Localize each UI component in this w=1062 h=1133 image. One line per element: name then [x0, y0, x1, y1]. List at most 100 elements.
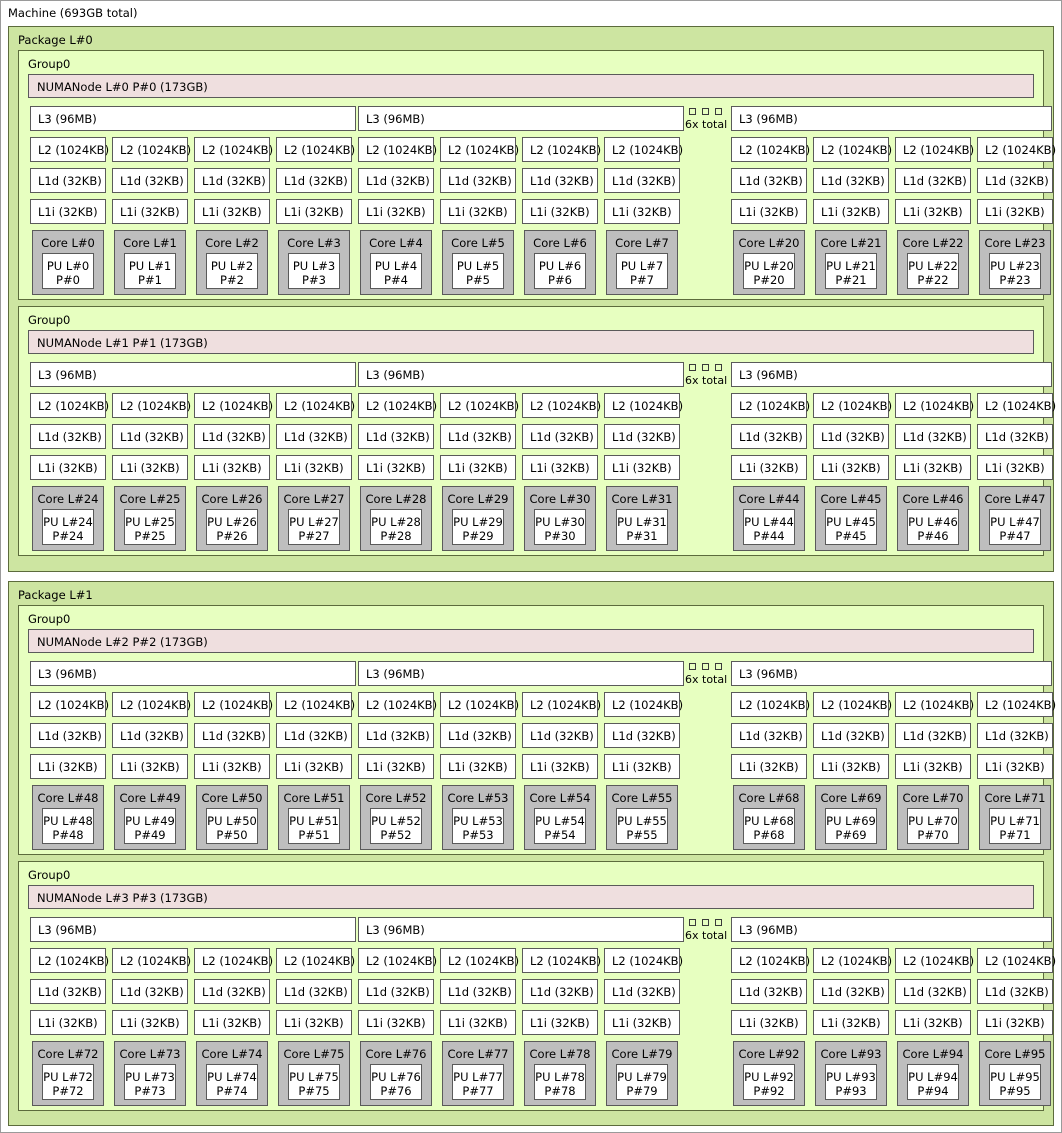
core-box-1-0-L2[interactable]: Core L#50 PU L#50 P#50 — [196, 785, 268, 850]
pu-box-0-1-L2[interactable]: PU L#26 P#26 — [206, 509, 258, 545]
pu-box-1-1-L2[interactable]: PU L#74 P#74 — [206, 1064, 258, 1100]
l1i-cache-0-0-L2[interactable]: L1i (32KB) — [194, 199, 270, 224]
core-box-1-0-R3[interactable]: Core L#71 PU L#71 P#71 — [979, 785, 1051, 850]
pu-box-0-0-L6[interactable]: PU L#6 P#6 — [534, 253, 586, 289]
core-box-1-0-L3[interactable]: Core L#51 PU L#51 P#51 — [278, 785, 350, 850]
l1i-cache-1-1-L6[interactable]: L1i (32KB) — [522, 1010, 598, 1035]
l1i-cache-0-1-L0[interactable]: L1i (32KB) — [30, 455, 106, 480]
l1d-cache-0-0-L5[interactable]: L1d (32KB) — [440, 168, 516, 193]
l2-cache-1-0-L4[interactable]: L2 (1024KB) — [358, 692, 437, 717]
pu-box-1-1-L6[interactable]: PU L#78 P#78 — [534, 1064, 586, 1100]
l2-cache-0-1-R2[interactable]: L2 (1024KB) — [895, 393, 974, 418]
core-box-0-1-R3[interactable]: Core L#47 PU L#47 P#47 — [979, 486, 1051, 551]
l1d-cache-0-1-L2[interactable]: L1d (32KB) — [194, 424, 270, 449]
pu-box-0-1-L7[interactable]: PU L#31 P#31 — [616, 509, 668, 545]
l1d-cache-1-0-L0[interactable]: L1d (32KB) — [30, 723, 106, 748]
core-box-1-1-R0[interactable]: Core L#92 PU L#92 P#92 — [733, 1041, 805, 1106]
l3-cache-right-0-0[interactable]: L3 (96MB) — [731, 106, 1052, 131]
l1d-cache-1-1-R0[interactable]: L1d (32KB) — [731, 979, 807, 1004]
pu-box-0-0-R1[interactable]: PU L#21 P#21 — [825, 253, 877, 289]
l1i-cache-0-0-L3[interactable]: L1i (32KB) — [276, 199, 352, 224]
l2-cache-0-0-L0[interactable]: L2 (1024KB) — [30, 137, 109, 162]
l1i-cache-1-1-L5[interactable]: L1i (32KB) — [440, 1010, 516, 1035]
l2-cache-1-1-L2[interactable]: L2 (1024KB) — [194, 948, 273, 973]
l2-cache-0-0-R0[interactable]: L2 (1024KB) — [731, 137, 810, 162]
l2-cache-0-0-L7[interactable]: L2 (1024KB) — [604, 137, 683, 162]
pu-box-0-0-L3[interactable]: PU L#3 P#3 — [288, 253, 340, 289]
l1d-cache-0-1-L5[interactable]: L1d (32KB) — [440, 424, 516, 449]
pu-box-0-0-L0[interactable]: PU L#0 P#0 — [42, 253, 94, 289]
l2-cache-1-1-R1[interactable]: L2 (1024KB) — [813, 948, 892, 973]
numanode-box-1-0[interactable]: NUMANode L#2 P#2 (173GB) — [28, 629, 1034, 653]
l2-cache-1-1-L0[interactable]: L2 (1024KB) — [30, 948, 109, 973]
core-box-1-1-L3[interactable]: Core L#75 PU L#75 P#75 — [278, 1041, 350, 1106]
l1d-cache-0-0-L2[interactable]: L1d (32KB) — [194, 168, 270, 193]
pu-box-1-0-R0[interactable]: PU L#68 P#68 — [743, 808, 795, 844]
l2-cache-1-1-L1[interactable]: L2 (1024KB) — [112, 948, 191, 973]
pu-box-1-0-L3[interactable]: PU L#51 P#51 — [288, 808, 340, 844]
l1i-cache-0-0-L4[interactable]: L1i (32KB) — [358, 199, 434, 224]
l1d-cache-1-0-L3[interactable]: L1d (32KB) — [276, 723, 352, 748]
pu-box-0-1-L1[interactable]: PU L#25 P#25 — [124, 509, 176, 545]
l2-cache-1-0-L6[interactable]: L2 (1024KB) — [522, 692, 601, 717]
l2-cache-1-1-R3[interactable]: L2 (1024KB) — [977, 948, 1056, 973]
l1i-cache-0-1-L2[interactable]: L1i (32KB) — [194, 455, 270, 480]
l2-cache-1-1-L3[interactable]: L2 (1024KB) — [276, 948, 355, 973]
l2-cache-1-1-R2[interactable]: L2 (1024KB) — [895, 948, 974, 973]
pu-box-0-1-L6[interactable]: PU L#30 P#30 — [534, 509, 586, 545]
l1d-cache-1-0-L6[interactable]: L1d (32KB) — [522, 723, 598, 748]
l2-cache-1-1-L7[interactable]: L2 (1024KB) — [604, 948, 683, 973]
l1i-cache-0-1-R1[interactable]: L1i (32KB) — [813, 455, 889, 480]
l1i-cache-1-0-L7[interactable]: L1i (32KB) — [604, 754, 680, 779]
l1i-cache-1-1-L0[interactable]: L1i (32KB) — [30, 1010, 106, 1035]
core-box-1-1-R1[interactable]: Core L#93 PU L#93 P#93 — [815, 1041, 887, 1106]
core-box-0-0-R1[interactable]: Core L#21 PU L#21 P#21 — [815, 230, 887, 295]
core-box-1-0-L1[interactable]: Core L#49 PU L#49 P#49 — [114, 785, 186, 850]
l3-cache-left-1-0[interactable]: L3 (96MB) — [30, 661, 356, 686]
l1i-cache-1-0-L4[interactable]: L1i (32KB) — [358, 754, 434, 779]
l1i-cache-1-0-R0[interactable]: L1i (32KB) — [731, 754, 807, 779]
l1d-cache-1-1-L2[interactable]: L1d (32KB) — [194, 979, 270, 1004]
l3-cache-left-1-1[interactable]: L3 (96MB) — [30, 917, 356, 942]
pu-box-1-0-L1[interactable]: PU L#49 P#49 — [124, 808, 176, 844]
l2-cache-0-0-L5[interactable]: L2 (1024KB) — [440, 137, 519, 162]
l1d-cache-0-1-L1[interactable]: L1d (32KB) — [112, 424, 188, 449]
l2-cache-1-0-L7[interactable]: L2 (1024KB) — [604, 692, 683, 717]
l1i-cache-1-0-R2[interactable]: L1i (32KB) — [895, 754, 971, 779]
l1d-cache-1-0-R1[interactable]: L1d (32KB) — [813, 723, 889, 748]
core-box-1-1-R3[interactable]: Core L#95 PU L#95 P#95 — [979, 1041, 1051, 1106]
l1d-cache-1-1-R1[interactable]: L1d (32KB) — [813, 979, 889, 1004]
l1i-cache-1-1-L2[interactable]: L1i (32KB) — [194, 1010, 270, 1035]
core-box-0-1-R2[interactable]: Core L#46 PU L#46 P#46 — [897, 486, 969, 551]
pu-box-1-1-R1[interactable]: PU L#93 P#93 — [825, 1064, 877, 1100]
core-box-0-0-L3[interactable]: Core L#3 PU L#3 P#3 — [278, 230, 350, 295]
pu-box-1-0-L7[interactable]: PU L#55 P#55 — [616, 808, 668, 844]
l2-cache-1-0-L3[interactable]: L2 (1024KB) — [276, 692, 355, 717]
l1d-cache-1-1-L0[interactable]: L1d (32KB) — [30, 979, 106, 1004]
l1i-cache-0-0-R0[interactable]: L1i (32KB) — [731, 199, 807, 224]
core-box-0-1-L2[interactable]: Core L#26 PU L#26 P#26 — [196, 486, 268, 551]
l1i-cache-1-0-R1[interactable]: L1i (32KB) — [813, 754, 889, 779]
core-box-0-0-L4[interactable]: Core L#4 PU L#4 P#4 — [360, 230, 432, 295]
pu-box-1-0-R2[interactable]: PU L#70 P#70 — [907, 808, 959, 844]
l1d-cache-1-0-R3[interactable]: L1d (32KB) — [977, 723, 1053, 748]
l1d-cache-1-0-R2[interactable]: L1d (32KB) — [895, 723, 971, 748]
core-box-1-1-R2[interactable]: Core L#94 PU L#94 P#94 — [897, 1041, 969, 1106]
core-box-0-0-L5[interactable]: Core L#5 PU L#5 P#5 — [442, 230, 514, 295]
l2-cache-0-0-L6[interactable]: L2 (1024KB) — [522, 137, 601, 162]
core-box-1-0-L0[interactable]: Core L#48 PU L#48 P#48 — [32, 785, 104, 850]
l1i-cache-0-1-R3[interactable]: L1i (32KB) — [977, 455, 1053, 480]
pu-box-0-1-R1[interactable]: PU L#45 P#45 — [825, 509, 877, 545]
l1i-cache-0-1-L1[interactable]: L1i (32KB) — [112, 455, 188, 480]
core-box-1-0-L4[interactable]: Core L#52 PU L#52 P#52 — [360, 785, 432, 850]
l1d-cache-0-0-L0[interactable]: L1d (32KB) — [30, 168, 106, 193]
core-box-0-0-R2[interactable]: Core L#22 PU L#22 P#22 — [897, 230, 969, 295]
l1d-cache-0-1-L4[interactable]: L1d (32KB) — [358, 424, 434, 449]
core-box-0-1-L4[interactable]: Core L#28 PU L#28 P#28 — [360, 486, 432, 551]
core-box-1-1-L4[interactable]: Core L#76 PU L#76 P#76 — [360, 1041, 432, 1106]
l1d-cache-0-1-R1[interactable]: L1d (32KB) — [813, 424, 889, 449]
pu-box-1-1-R2[interactable]: PU L#94 P#94 — [907, 1064, 959, 1100]
l1i-cache-1-1-L3[interactable]: L1i (32KB) — [276, 1010, 352, 1035]
pu-box-1-1-L3[interactable]: PU L#75 P#75 — [288, 1064, 340, 1100]
core-box-1-1-L0[interactable]: Core L#72 PU L#72 P#72 — [32, 1041, 104, 1106]
